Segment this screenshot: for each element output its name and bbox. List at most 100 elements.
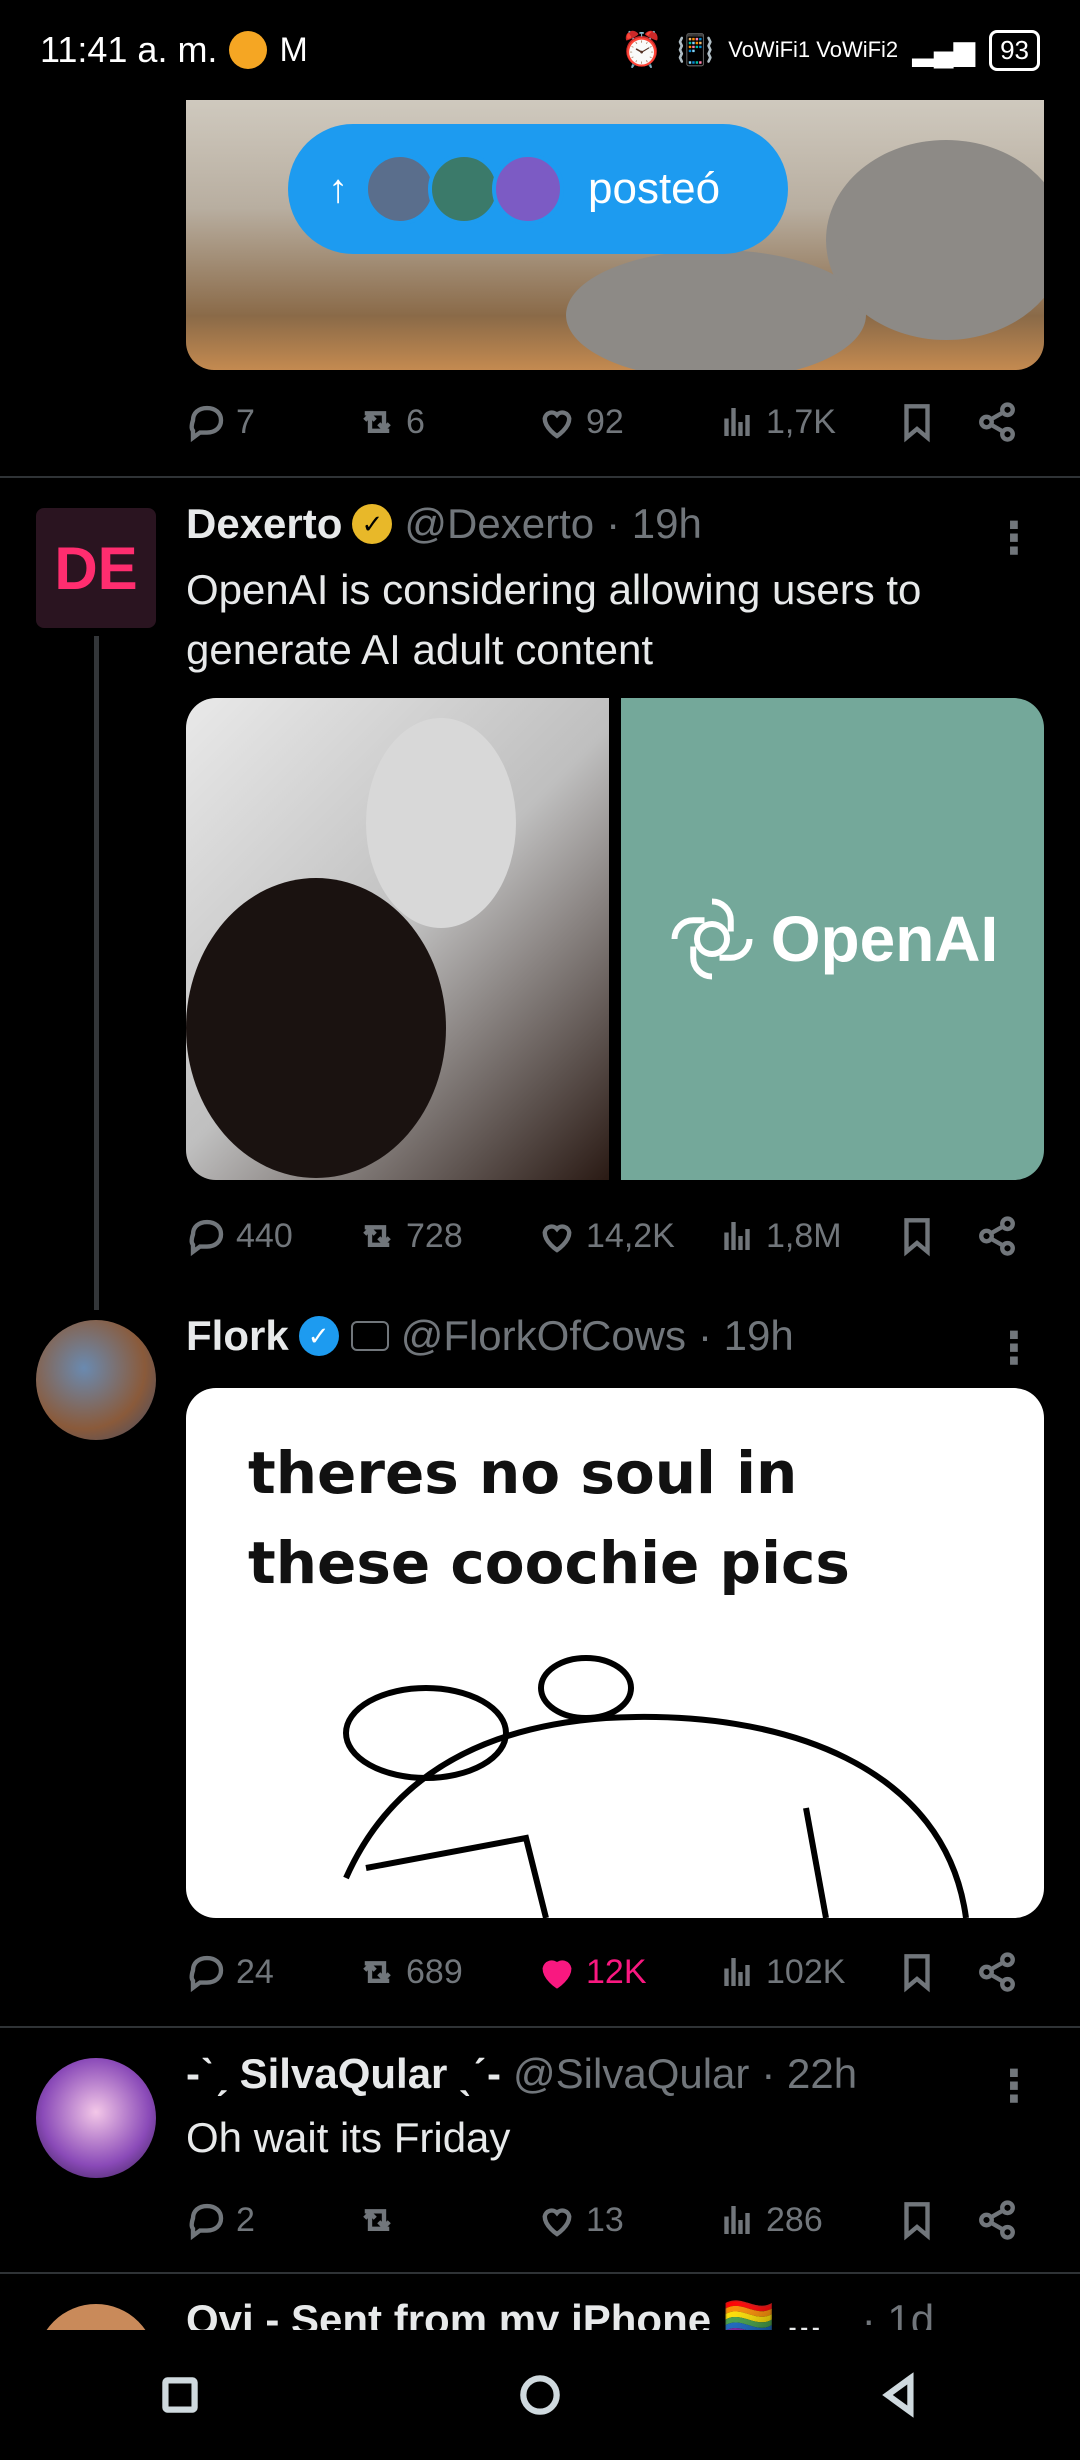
battery-indicator: 93	[989, 29, 1040, 71]
share-button[interactable]	[976, 401, 1036, 443]
views-chart-icon	[724, 1958, 750, 1986]
openai-logo-icon	[671, 898, 753, 980]
bookmark-button[interactable]	[896, 401, 976, 443]
reply-button[interactable]: 7	[186, 401, 356, 443]
tweet-time: · 19h	[606, 500, 702, 547]
thread-line	[94, 636, 99, 1310]
reply-icon	[189, 405, 224, 443]
status-bar: 11:41 a. m. M ⏰ 📳 VoWiFi1 VoWiFi2 ▂▄▆ 93	[0, 0, 1080, 100]
tweet-text: Oh wait its Friday	[186, 2114, 511, 2161]
views-button[interactable]: 1,8M	[716, 1215, 896, 1257]
posted-pill-button[interactable]: ↑ posteó	[288, 124, 788, 254]
author-name[interactable]: -ˋˏ SilvaQular ˎˊ-	[186, 2050, 501, 2098]
reply-button[interactable]: 2	[186, 2199, 356, 2241]
tweet-text: OpenAI is considering allowing users to …	[186, 566, 922, 673]
posted-pill-label: posteó	[588, 164, 721, 213]
vibrate-icon: 📳	[676, 33, 715, 67]
tweet-header: -ˋˏ SilvaQular ˎˊ- @SilvaQular · 22h	[186, 2050, 857, 2098]
recents-icon[interactable]	[155, 2370, 205, 2420]
divider	[0, 2272, 1080, 2274]
retweet-button[interactable]: 728	[356, 1215, 536, 1257]
app-notification-icon	[229, 31, 268, 69]
views-chart-icon	[724, 2206, 750, 2234]
affiliate-badge-icon	[350, 1321, 389, 1351]
dexerto-actions: 440 728 14,2K 1,8M	[186, 1206, 1044, 1266]
share-icon	[979, 1952, 1015, 1992]
more-options-icon[interactable]: ⋮	[992, 517, 1036, 560]
heart-icon	[542, 2208, 572, 2237]
reply-icon	[189, 1219, 224, 1257]
views-chart-icon	[724, 408, 750, 436]
status-time: 11:41 a. m.	[40, 29, 218, 70]
share-icon	[979, 402, 1015, 442]
media-image-robot[interactable]	[186, 698, 609, 1180]
tweet-header: Flork ✓ @FlorkOfCows · 19h	[186, 1312, 794, 1360]
bookmark-icon	[904, 1954, 930, 1993]
media-plush-shape	[566, 250, 866, 370]
robot-head-shape	[366, 718, 516, 928]
divider	[0, 476, 1080, 478]
like-button[interactable]: 92	[536, 401, 716, 443]
divider	[0, 2026, 1080, 2028]
views-chart-icon	[724, 1222, 750, 1250]
tweet-header: Dexerto ✓ @Dexerto · 19h	[186, 500, 702, 548]
dexerto-logo-icon: DE	[54, 534, 138, 602]
top-tweet-actions: 7 6 92 1,7K	[186, 392, 1044, 452]
openai-wordmark: OpenAI	[770, 903, 999, 975]
bookmark-icon	[904, 2202, 930, 2241]
reply-button[interactable]: 24	[186, 1951, 356, 1993]
retweet-button[interactable]: 6	[356, 401, 536, 443]
retweet-icon	[363, 1961, 391, 1983]
wifi-label: VoWiFi1 VoWiFi2	[728, 37, 899, 62]
share-icon	[979, 2200, 1015, 2240]
avatar	[492, 153, 564, 225]
silvaqular-avatar[interactable]	[36, 2058, 156, 2178]
tweet-time: · 22h	[761, 2050, 858, 2097]
signal-icon: ▂▄▆	[912, 34, 976, 66]
media-image-openai[interactable]: OpenAI	[621, 698, 1044, 1180]
author-handle[interactable]: @SilvaQular	[513, 2050, 749, 2098]
avatar	[364, 153, 436, 225]
system-nav-bar	[0, 2330, 1080, 2460]
retweet-icon	[363, 411, 391, 433]
reply-button[interactable]: 440	[186, 1215, 356, 1257]
silva-actions: 2 13 286	[186, 2190, 1044, 2250]
home-icon[interactable]	[515, 2370, 565, 2420]
author-handle[interactable]: @FlorkOfCows	[401, 1312, 686, 1360]
bookmark-button[interactable]	[896, 1951, 976, 1993]
author-name[interactable]: Dexerto	[186, 500, 342, 548]
retweet-button[interactable]: 689	[356, 1951, 536, 1993]
status-right: ⏰ 📳 VoWiFi1 VoWiFi2 ▂▄▆ 93	[621, 29, 1040, 71]
reply-icon	[189, 2203, 224, 2241]
dexerto-avatar[interactable]: DE	[36, 508, 156, 628]
flork-actions: 24 689 12K 102K	[186, 1942, 1044, 2002]
gmail-icon: M	[279, 30, 308, 69]
tweet-media-grid: OpenAI	[186, 698, 1044, 1180]
back-icon[interactable]	[875, 2370, 925, 2420]
like-button[interactable]: 13	[536, 2199, 716, 2241]
share-button[interactable]	[976, 1951, 1036, 1993]
author-handle[interactable]: @Dexerto	[404, 500, 594, 548]
more-options-icon[interactable]: ⋮	[992, 1327, 1036, 1370]
flork-avatar[interactable]	[36, 1320, 156, 1440]
bookmark-button[interactable]	[896, 1215, 976, 1257]
share-button[interactable]	[976, 1215, 1036, 1257]
author-name[interactable]: Flork	[186, 1312, 289, 1360]
views-button[interactable]: 102K	[716, 1951, 896, 1993]
share-icon	[979, 1216, 1015, 1256]
retweet-button[interactable]	[356, 2199, 536, 2241]
share-button[interactable]	[976, 2199, 1036, 2241]
heart-filled-icon	[542, 1960, 572, 1989]
views-button[interactable]: 1,7K	[716, 401, 896, 443]
flork-drawing	[343, 1655, 969, 1918]
views-button[interactable]: 286	[716, 2199, 896, 2241]
reply-icon	[189, 1955, 224, 1993]
tweet-media-meme[interactable]: theres no soul in these coochie pics	[186, 1388, 1044, 1918]
like-button[interactable]: 14,2K	[536, 1215, 716, 1257]
verified-blue-icon: ✓	[298, 1316, 339, 1356]
bookmark-icon	[904, 1218, 930, 1257]
more-options-icon[interactable]: ⋮	[992, 2065, 1036, 2108]
like-button[interactable]: 12K	[536, 1951, 716, 1993]
heart-icon	[542, 1224, 572, 1253]
bookmark-button[interactable]	[896, 2199, 976, 2241]
